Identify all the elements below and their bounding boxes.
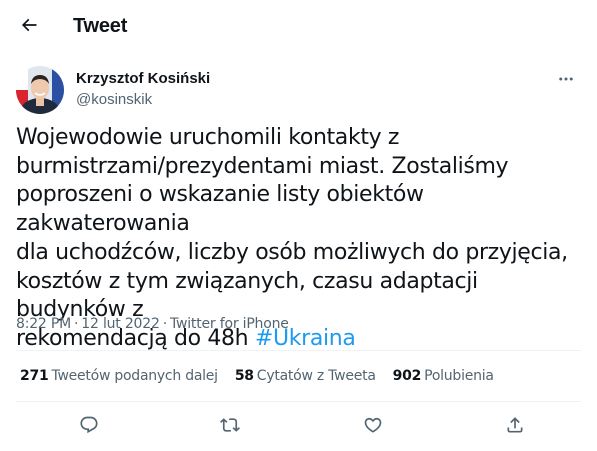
tweet-date[interactable]: 12 lut 2022 [81,316,160,332]
share-icon [505,415,525,440]
retweets-stat[interactable]: 271 Tweetów podanych dalej [20,368,218,384]
quotes-count: 58 [234,368,254,384]
tweet-stats: 271 Tweetów podanych dalej 58 Cytatów z Tw… [20,368,511,384]
author-name[interactable]: Krzysztof Kosiński [76,70,210,87]
divider [16,350,581,351]
retweet-icon [220,415,240,440]
quotes-label: Cytatów z Tweeta [256,368,376,384]
tweet-text-line: burmistrzami/prezydentami miast. Zostali… [16,153,509,179]
more-dots-icon [557,70,575,93]
tweet-time[interactable]: 8:22 PM [16,316,71,332]
retweets-count: 271 [20,368,49,384]
avatar[interactable] [16,66,64,114]
tweet-metadata: 8:22 PM · 12 lut 2022 · Twitter for iPhone [16,316,289,332]
back-button[interactable] [14,12,44,42]
likes-count: 902 [392,368,422,384]
reply-icon [79,415,99,440]
retweets-label: Tweetów podanych dalej [51,368,218,384]
like-button[interactable] [358,412,388,442]
separator: · [74,316,79,332]
share-button[interactable] [500,412,530,442]
arrow-left-icon [19,15,39,40]
reply-button[interactable] [74,412,104,442]
author-handle[interactable]: @kosinskik [76,91,152,108]
more-button[interactable] [551,66,581,96]
tweet-text-line: Wojewodowie uruchomili kontakty z [16,125,400,150]
likes-stat[interactable]: 902 Polubienia [393,368,494,384]
tweet-source[interactable]: Twitter for iPhone [170,316,289,332]
heart-icon [363,415,383,440]
divider [16,401,581,402]
tweet-author: Krzysztof Kosiński @kosinskik [16,66,581,114]
retweet-button[interactable] [215,412,245,442]
quotes-stat[interactable]: 58 Cytatów z Tweeta [235,368,376,384]
likes-label: Polubienia [424,368,494,384]
tweet-actions [16,408,581,446]
page-title: Tweet [73,15,128,37]
tweet-text-line: dla uchodźców, liczby osób możliwych do … [16,239,568,265]
tweet-header: Tweet [0,0,597,53]
tweet-text-line: poproszeni o wskazanie listy obiektów za… [16,182,424,237]
separator: · [162,316,167,332]
